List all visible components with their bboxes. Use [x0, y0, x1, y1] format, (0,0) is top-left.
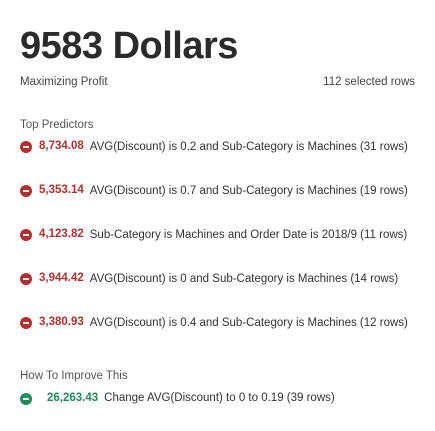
predictor-description: AVG(Discount) is 0.2 and Sub-Category is…	[89, 141, 408, 153]
improve-heading: How To Improve This	[20, 370, 128, 382]
minus-circle-icon	[20, 185, 32, 197]
minus-circle-icon	[20, 141, 32, 153]
improve-item[interactable]: 26,263.43 Change AVG(Discount) to 0 to 0…	[20, 392, 415, 405]
predictor-value: 4,123.82	[39, 228, 84, 240]
predictor-item[interactable]: 5,353.14 AVG(Discount) is 0.7 and Sub-Ca…	[20, 184, 415, 228]
predictor-description: AVG(Discount) is 0.7 and Sub-Category is…	[89, 185, 408, 197]
summary-row: Maximizing Profit 112 selected rows	[20, 76, 415, 88]
predictor-value: 3,380.93	[39, 316, 84, 328]
improve-value: 26,263.43	[47, 392, 99, 404]
predictor-description: AVG(Discount) is 0 and Sub-Category is M…	[89, 273, 399, 285]
predictor-item[interactable]: 3,380.93 AVG(Discount) is 0.4 and Sub-Ca…	[20, 316, 415, 360]
page-title: 9583 Dollars	[20, 25, 238, 67]
predictor-description: AVG(Discount) is 0.4 and Sub-Category is…	[89, 317, 408, 329]
insight-panel: 9583 Dollars Maximizing Profit 112 selec…	[0, 0, 435, 431]
predictor-value: 8,734.08	[39, 140, 84, 152]
selection-count: 112 selected rows	[323, 76, 415, 88]
minus-circle-icon	[20, 317, 32, 329]
predictor-item[interactable]: 4,123.82 Sub-Category is Machines and Or…	[20, 228, 415, 272]
predictor-item[interactable]: 3,944.42 AVG(Discount) is 0 and Sub-Cate…	[20, 272, 415, 316]
top-predictors-heading: Top Predictors	[20, 119, 94, 131]
minus-circle-icon	[20, 273, 32, 285]
minus-circle-icon	[20, 393, 32, 405]
predictor-description: Sub-Category is Machines and Order Date …	[89, 229, 408, 241]
improve-description: Change AVG(Discount) to 0 to 0.19 (39 ro…	[104, 392, 335, 404]
predictor-value: 3,944.42	[39, 272, 84, 284]
predictor-item[interactable]: 8,734.08 AVG(Discount) is 0.2 and Sub-Ca…	[20, 140, 415, 184]
predictor-list: 8,734.08 AVG(Discount) is 0.2 and Sub-Ca…	[20, 140, 415, 360]
minus-circle-icon	[20, 229, 32, 241]
predictor-value: 5,353.14	[39, 184, 84, 196]
goal-label: Maximizing Profit	[20, 76, 108, 88]
